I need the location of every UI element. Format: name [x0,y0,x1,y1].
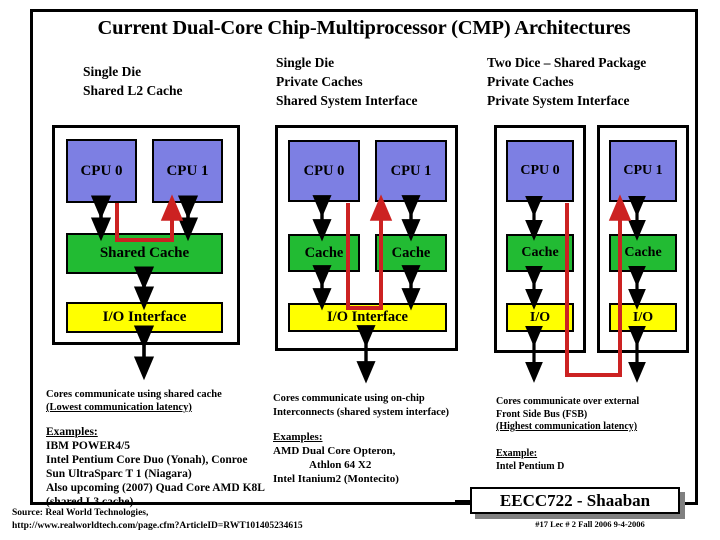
column-header-shared-l2: Single Die Shared L2 Cache [83,62,183,100]
example-item: Sun UltraSparc T 1 (Niagara) [46,468,192,480]
source-footer: Source: Real World Technologies, http://… [12,507,303,533]
block-cpu1-private-caches: CPU 1 [375,140,447,202]
note-two-dice: Cores communicate over external Front Si… [496,396,639,434]
block-cpu0-two-dice: CPU 0 [506,140,574,202]
page-title: Current Dual-Core Chip-Multiprocessor (C… [97,17,631,39]
example-item: Intel Pentium Core Duo (Yonah), Conroe [46,454,248,466]
slide-canvas: Current Dual-Core Chip-Multiprocessor (C… [0,0,720,540]
note-line: Front Side Bus (FSB) [496,408,588,420]
block-cpu1-shared-l2: CPU 1 [152,139,223,203]
note-line: Interconnects (shared system interface) [273,406,450,418]
block-cpu0-private-caches: CPU 0 [288,140,360,202]
block-io-interface-private-caches: I/O Interface [288,303,447,332]
header-line: Private System Interface [487,93,630,108]
note-line-emphasis: (Highest communication latency) [496,421,638,432]
block-cache0-two-dice: Cache [506,234,574,272]
note-line: Cores communicate over external [496,396,640,407]
examples-label: Examples: [273,431,323,443]
header-line: Private Caches [276,74,363,89]
column-header-private-caches: Single Die Private Caches Shared System … [276,53,417,110]
slide-meta: #17 Lec # 2 Fall 2006 9-4-2006 [535,519,645,529]
column-header-two-dice: Two Dice – Shared Package Private Caches… [487,53,646,110]
note-private-caches: Cores communicate using on-chip Intercon… [273,392,449,419]
note-line: Cores communicate using on-chip [273,393,425,404]
block-cpu0-shared-l2: CPU 0 [66,139,137,203]
signature-box-wrapper: EECC722 - Shaaban [470,487,685,519]
header-line: Two Dice – Shared Package [487,55,647,70]
header-line: Single Die [276,55,335,70]
block-io1-two-dice: I/O [609,303,677,332]
header-line: Shared L2 Cache [83,83,183,98]
examples-label: Examples: [46,426,98,438]
block-cache0-private-caches: Cache [288,234,360,272]
block-cpu1-two-dice: CPU 1 [609,140,677,202]
note-line-emphasis: (Lowest communication latency) [46,402,192,413]
block-cache1-two-dice: Cache [609,234,677,272]
block-io0-two-dice: I/O [506,303,574,332]
example-item: AMD Dual Core Opteron, [273,445,396,457]
header-line: Private Caches [487,74,574,89]
block-cache1-private-caches: Cache [375,234,447,272]
note-line: Cores communicate using shared cache [46,389,222,400]
example-item: Intel Pentium D [496,460,565,472]
examples-two-dice: Example: Intel Pentium D [496,448,564,473]
example-item: Also upcoming (2007) Quad Core AMD K8L [46,482,265,494]
examples-private-caches: Examples: AMD Dual Core Opteron, Athlon … [273,430,399,486]
course-signature: EECC722 - Shaaban [470,487,680,514]
source-line: Source: Real World Technologies, [12,508,149,518]
block-shared-cache: Shared Cache [66,233,223,274]
header-line: Shared System Interface [276,93,418,108]
header-line: Single Die [83,64,142,79]
example-item: IBM POWER4/5 [46,440,131,452]
source-link[interactable]: http://www.realworldtech.com/page.cfm?Ar… [12,520,303,533]
example-item: Intel Itanium2 (Montecito) [273,473,399,485]
examples-shared-l2: Examples: IBM POWER4/5 Intel Pentium Cor… [46,425,265,509]
note-shared-l2: Cores communicate using shared cache (Lo… [46,388,222,414]
example-item: Athlon 64 X2 [309,459,372,471]
block-io-interface-shared-l2: I/O Interface [66,302,223,333]
examples-label: Example: [496,448,538,459]
